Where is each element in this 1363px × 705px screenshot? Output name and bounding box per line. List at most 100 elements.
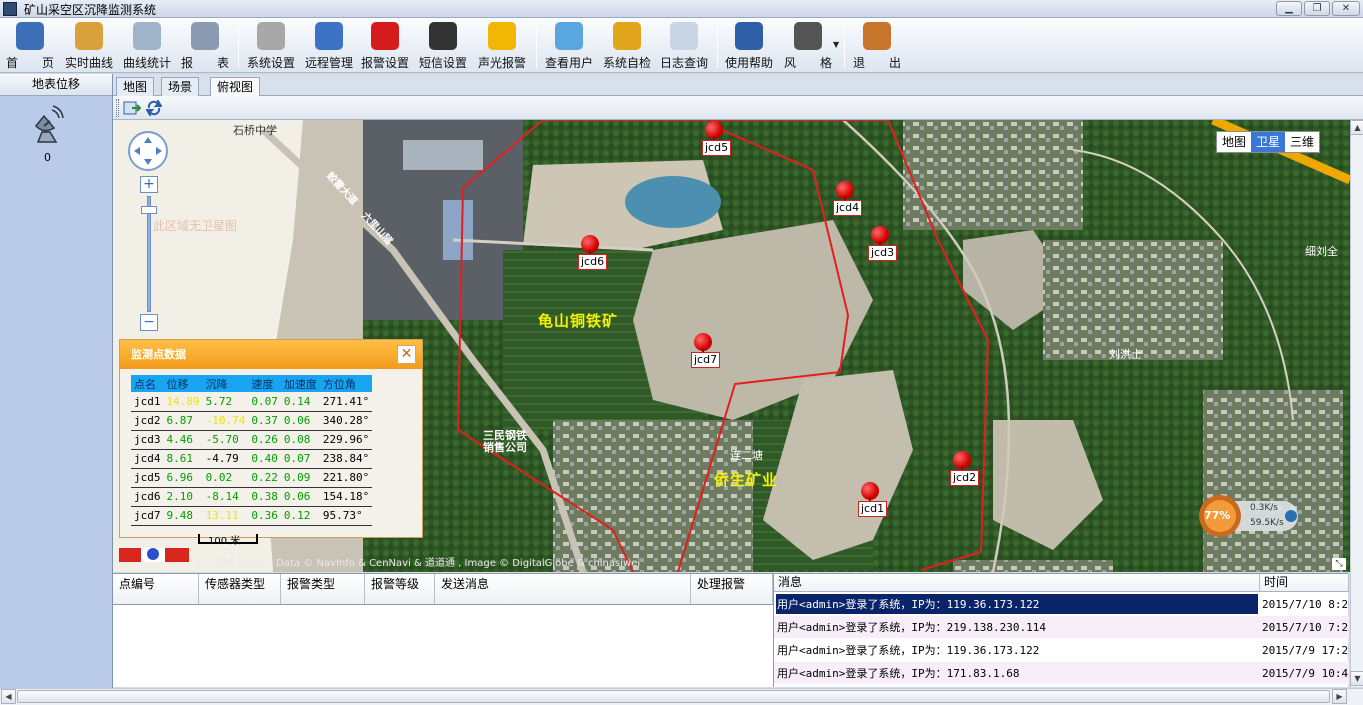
exit-button[interactable]: 退 出: [850, 20, 904, 71]
map-label-lianer: 连二塘: [730, 449, 763, 462]
self-check-button[interactable]: 系统自检: [600, 20, 654, 71]
realtime-curve-button[interactable]: 实时曲线: [62, 20, 116, 71]
monitor-cell: -4.79: [202, 449, 249, 469]
tab-map[interactable]: 地图: [116, 77, 155, 96]
minimize-button[interactable]: ▁: [1276, 1, 1302, 16]
system-settings-button[interactable]: 系统设置: [244, 20, 298, 71]
restore-button[interactable]: ❐: [1304, 1, 1330, 16]
satellite-map[interactable]: 龟山铜铁矿 侨生矿业 连二塘 刘洪士 细刘全 石桥中学 此区域无卫星图 三民钢铁…: [113, 120, 1350, 572]
msg-col-message[interactable]: 消息: [774, 574, 1260, 592]
style-button[interactable]: 风 格: [780, 20, 836, 71]
view-users-button[interactable]: 查看用户: [542, 20, 596, 71]
msg-col-time[interactable]: 时间: [1260, 574, 1349, 592]
tab-top-view[interactable]: 俯视图: [210, 77, 261, 97]
monitor-cell: 13.11: [202, 506, 249, 526]
log-icon: [670, 22, 698, 50]
map-resize-icon[interactable]: ⤡: [1332, 558, 1346, 570]
map-type-satellite[interactable]: 卫星: [1250, 132, 1285, 152]
log-query-button[interactable]: 日志查询: [657, 20, 711, 71]
toolbar-separator: [238, 22, 239, 68]
monitor-cell: 0.02: [202, 468, 249, 488]
alarm-col-send-message[interactable]: 发送消息: [435, 574, 691, 605]
message-row[interactable]: 用户<admin>登录了系统，IP为：171.83.1.68 2015/7/9 …: [774, 662, 1349, 684]
export-map-icon[interactable]: [123, 100, 141, 116]
monitor-cell: 0.14: [280, 392, 320, 412]
monitor-row[interactable]: jcd5 6.96 0.02 0.22 0.09 221.80°: [131, 468, 373, 488]
col-settlement: 沉降: [202, 375, 249, 392]
alarm-col-sensor-type[interactable]: 传感器类型: [199, 574, 281, 605]
style-dropdown-arrow-icon[interactable]: ▼: [833, 40, 839, 49]
monitor-cell: -8.14: [202, 487, 249, 507]
help-button[interactable]: 使用帮助: [722, 20, 776, 71]
scroll-right-button[interactable]: ▶: [1332, 689, 1347, 704]
zoom-in-button[interactable]: +: [140, 176, 158, 193]
scroll-left-button[interactable]: ◀: [1, 689, 16, 704]
left-panel: 地表位移 0: [0, 74, 113, 688]
toolbar-separator: [844, 22, 845, 68]
message-row[interactable]: 用户<admin>登录了系统，IP为：219.138.230.114 2015/…: [774, 616, 1349, 638]
monitor-cell: 0.37: [248, 411, 281, 431]
monitor-row[interactable]: jcd1 14.89 5.72 0.07 0.14 271.41°: [131, 392, 373, 412]
message-time: 2015/7/9 10:43: [1262, 667, 1349, 680]
horizontal-scroll-thumb[interactable]: [17, 690, 1330, 703]
alarm-col-point-id[interactable]: 点编号: [113, 574, 199, 605]
style-label: 风 格: [783, 56, 832, 70]
log-query-label: 日志查询: [659, 56, 708, 70]
map-pan-control[interactable]: [128, 131, 168, 171]
message-text: 用户<admin>登录了系统，IP为：171.83.1.68: [777, 667, 1020, 680]
alarm-col-alarm-type[interactable]: 报警类型: [281, 574, 365, 605]
map-label-steel: 三民钢铁 销售公司: [483, 429, 527, 454]
monitor-row[interactable]: jcd3 4.46 -5.70 0.26 0.08 229.96°: [131, 430, 373, 450]
help-label: 使用帮助: [724, 56, 773, 70]
satellite-dish-icon[interactable]: [30, 104, 66, 146]
monitor-cell: 229.96°: [319, 430, 373, 450]
refresh-icon[interactable]: [146, 100, 162, 116]
sms-settings-button[interactable]: 短信设置: [416, 20, 470, 71]
zoom-out-button[interactable]: −: [140, 314, 158, 331]
toolbar-separator: [536, 22, 537, 68]
scroll-down-button[interactable]: ▼: [1350, 671, 1363, 686]
monitor-cell: 238.84°: [319, 449, 373, 469]
monitor-row[interactable]: jcd7 9.48 13.11 0.36 0.12 95.73°: [131, 506, 373, 526]
map-label-school: 石桥中学: [233, 124, 277, 137]
message-text: 用户<admin>登录了系统，IP为：219.138.230.114: [777, 621, 1046, 634]
scroll-up-button[interactable]: ▲: [1350, 120, 1363, 135]
monitor-cell: -5.70: [202, 430, 249, 450]
map-label-xiliu: 细刘全: [1305, 245, 1338, 258]
vertical-scrollbar[interactable]: ▲ ▼: [1350, 120, 1363, 687]
monitor-cell: 0.22: [248, 468, 281, 488]
left-panel-header: 地表位移: [0, 74, 112, 96]
monitor-row[interactable]: jcd4 8.61 -4.79 0.40 0.07 238.84°: [131, 449, 373, 469]
sound-light-alarm-button[interactable]: 声光报警: [475, 20, 529, 71]
sms-icon: [429, 22, 457, 50]
alarm-col-alarm-level[interactable]: 报警等级: [365, 574, 435, 605]
remote-manage-button[interactable]: 远程管理: [302, 20, 356, 71]
sound-light-alarm-label: 声光报警: [477, 56, 526, 70]
message-row[interactable]: 用户<admin>登录了系统，IP为：119.36.173.122 2015/7…: [774, 639, 1349, 661]
curve-stats-button[interactable]: 曲线统计: [120, 20, 174, 71]
monitor-row[interactable]: jcd6 2.10 -8.14 0.38 0.06 154.18°: [131, 487, 373, 507]
tab-scene[interactable]: 场景: [161, 77, 200, 96]
zoom-slider-thumb[interactable]: [141, 206, 157, 214]
monitor-cell: 0.06: [280, 411, 320, 431]
map-type-3d[interactable]: 三维: [1285, 132, 1319, 152]
home-button[interactable]: 首 页: [4, 20, 56, 71]
remote-manage-label: 远程管理: [304, 56, 353, 70]
horizontal-scrollbar[interactable]: ◀ ▶: [0, 688, 1363, 705]
pan-arrows-icon: [134, 137, 162, 165]
close-button[interactable]: ✕: [1332, 1, 1360, 16]
alarm-col-handle-alarm[interactable]: 处理报警: [691, 574, 773, 605]
message-list: 消息 时间 用户<admin>登录了系统，IP为：119.36.173.122 …: [773, 573, 1349, 687]
monitor-cell: 0.38: [248, 487, 281, 507]
message-row[interactable]: 用户<admin>登录了系统，IP为：119.36.173.122 2015/7…: [774, 593, 1349, 615]
monitor-row[interactable]: jcd2 6.87 -10.74 0.37 0.06 340.28°: [131, 411, 373, 431]
map-type-map[interactable]: 地图: [1217, 132, 1251, 152]
map-label-mine: 龟山铜铁矿: [538, 312, 619, 330]
col-speed: 速度: [248, 375, 281, 392]
report-button[interactable]: 报 表: [178, 20, 232, 71]
alarm-settings-label: 报警设置: [360, 56, 409, 70]
alarm-settings-button[interactable]: 报警设置: [358, 20, 412, 71]
toolbar-separator: [717, 22, 718, 68]
monitor-panel-close-button[interactable]: ✕: [397, 345, 416, 364]
help-book-icon: [735, 22, 763, 50]
